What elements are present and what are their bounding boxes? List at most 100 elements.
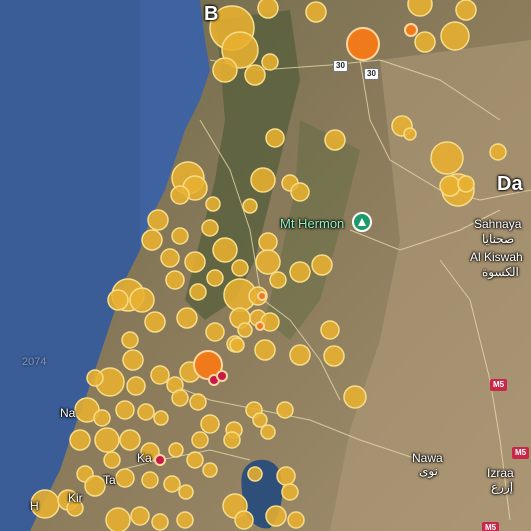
incident-marker[interactable] — [439, 175, 461, 197]
label-tamra[interactable]: Ta — [103, 474, 116, 486]
label-alkiswah-en[interactable]: Al Kiswah — [470, 251, 523, 263]
incident-marker[interactable] — [223, 431, 241, 449]
incident-marker[interactable] — [84, 475, 106, 497]
incident-marker[interactable] — [94, 427, 120, 453]
incident-marker[interactable] — [289, 261, 311, 283]
incident-marker[interactable] — [153, 410, 169, 426]
incident-marker[interactable] — [247, 466, 263, 482]
incident-marker[interactable] — [165, 270, 185, 290]
incident-marker[interactable] — [141, 229, 163, 251]
incident-marker[interactable] — [171, 389, 189, 407]
label-nahariya[interactable]: Na — [60, 407, 75, 419]
incident-marker[interactable] — [171, 227, 189, 245]
incident-marker[interactable] — [150, 365, 170, 385]
incident-marker[interactable] — [489, 143, 507, 161]
incident-marker-orange[interactable] — [404, 23, 418, 37]
label-karmiel[interactable]: Ka — [137, 452, 152, 464]
incident-marker[interactable] — [254, 339, 276, 361]
incident-marker[interactable] — [261, 53, 279, 71]
incident-marker[interactable] — [260, 424, 276, 440]
incident-marker[interactable] — [130, 506, 150, 526]
mountain-icon[interactable] — [352, 212, 372, 232]
incident-marker[interactable] — [103, 451, 121, 469]
incident-marker[interactable] — [234, 510, 254, 530]
incident-marker[interactable] — [244, 64, 266, 86]
incident-marker[interactable] — [323, 345, 345, 367]
incident-marker[interactable] — [403, 127, 417, 141]
incident-marker[interactable] — [414, 31, 436, 53]
incident-marker-red[interactable] — [216, 370, 228, 382]
incident-marker[interactable] — [430, 141, 464, 175]
incident-marker-orange[interactable] — [257, 291, 267, 301]
incident-marker[interactable] — [86, 369, 104, 387]
incident-marker[interactable] — [200, 414, 220, 434]
incident-marker[interactable] — [186, 451, 204, 469]
incident-marker[interactable] — [343, 385, 367, 409]
label-haifa[interactable]: H — [30, 500, 39, 512]
label-sahnaya-ar[interactable]: صحنايا — [482, 233, 514, 245]
incident-marker[interactable] — [189, 393, 207, 411]
incident-marker[interactable] — [255, 249, 281, 275]
incident-marker[interactable] — [119, 429, 141, 451]
label-alkiswah-ar[interactable]: الكسوة — [482, 266, 519, 278]
incident-marker[interactable] — [168, 442, 184, 458]
incident-marker[interactable] — [170, 185, 190, 205]
incident-marker[interactable] — [287, 511, 305, 529]
label-nawa-ar[interactable]: نوى — [419, 465, 438, 477]
incident-marker[interactable] — [176, 307, 198, 329]
incident-marker[interactable] — [457, 175, 475, 193]
incident-marker[interactable] — [202, 462, 218, 478]
incident-marker[interactable] — [151, 513, 169, 531]
incident-marker[interactable] — [126, 376, 146, 396]
incident-marker[interactable] — [455, 0, 477, 21]
incident-marker[interactable] — [257, 0, 279, 19]
incident-marker[interactable] — [115, 400, 135, 420]
label-sahnaya-en[interactable]: Sahnaya — [474, 218, 521, 230]
incident-marker[interactable] — [107, 289, 129, 311]
incident-marker[interactable] — [121, 331, 139, 349]
incident-marker-red[interactable] — [154, 454, 166, 466]
incident-marker[interactable] — [105, 507, 131, 531]
incident-marker[interactable] — [258, 232, 278, 252]
incident-marker[interactable] — [201, 219, 219, 237]
incident-marker[interactable] — [141, 471, 159, 489]
incident-marker[interactable] — [311, 254, 333, 276]
incident-marker[interactable] — [281, 483, 299, 501]
incident-marker[interactable] — [305, 1, 327, 23]
incident-marker[interactable] — [320, 320, 340, 340]
incident-marker-orange[interactable] — [255, 321, 265, 331]
incident-marker[interactable] — [290, 182, 310, 202]
incident-marker[interactable] — [237, 322, 253, 338]
incident-marker[interactable] — [129, 287, 155, 313]
incident-marker[interactable] — [93, 409, 111, 427]
incident-marker[interactable] — [276, 401, 294, 419]
incident-marker[interactable] — [144, 311, 166, 333]
map-canvas[interactable]: B Da Sahnaya صحنايا Al Kiswah الكسوة Naw… — [0, 0, 531, 531]
incident-marker[interactable] — [191, 431, 209, 449]
incident-marker[interactable] — [265, 128, 285, 148]
incident-marker[interactable] — [269, 271, 287, 289]
incident-marker[interactable] — [242, 198, 258, 214]
incident-marker[interactable] — [276, 466, 296, 486]
label-mt-hermon[interactable]: Mt Hermon — [280, 217, 344, 230]
incident-marker[interactable] — [115, 468, 135, 488]
label-nawa-en[interactable]: Nawa — [412, 452, 443, 464]
incident-marker[interactable] — [178, 484, 194, 500]
label-kiryat[interactable]: Kir — [68, 492, 83, 504]
label-izraa-ar[interactable]: إزرع — [491, 481, 513, 493]
incident-marker[interactable] — [205, 196, 221, 212]
incident-marker[interactable] — [250, 167, 276, 193]
incident-marker[interactable] — [205, 322, 225, 342]
label-izraa-en[interactable]: Izraa — [487, 467, 514, 479]
incident-marker[interactable] — [184, 251, 206, 273]
incident-marker[interactable] — [163, 475, 181, 493]
incident-marker[interactable] — [229, 337, 245, 353]
incident-marker[interactable] — [440, 21, 470, 51]
incident-marker[interactable] — [265, 505, 287, 527]
incident-marker[interactable] — [289, 344, 311, 366]
incident-marker[interactable] — [212, 57, 238, 83]
label-beirut[interactable]: B — [204, 4, 218, 24]
incident-marker[interactable] — [122, 349, 144, 371]
incident-marker[interactable] — [189, 283, 207, 301]
incident-marker[interactable] — [206, 269, 224, 287]
